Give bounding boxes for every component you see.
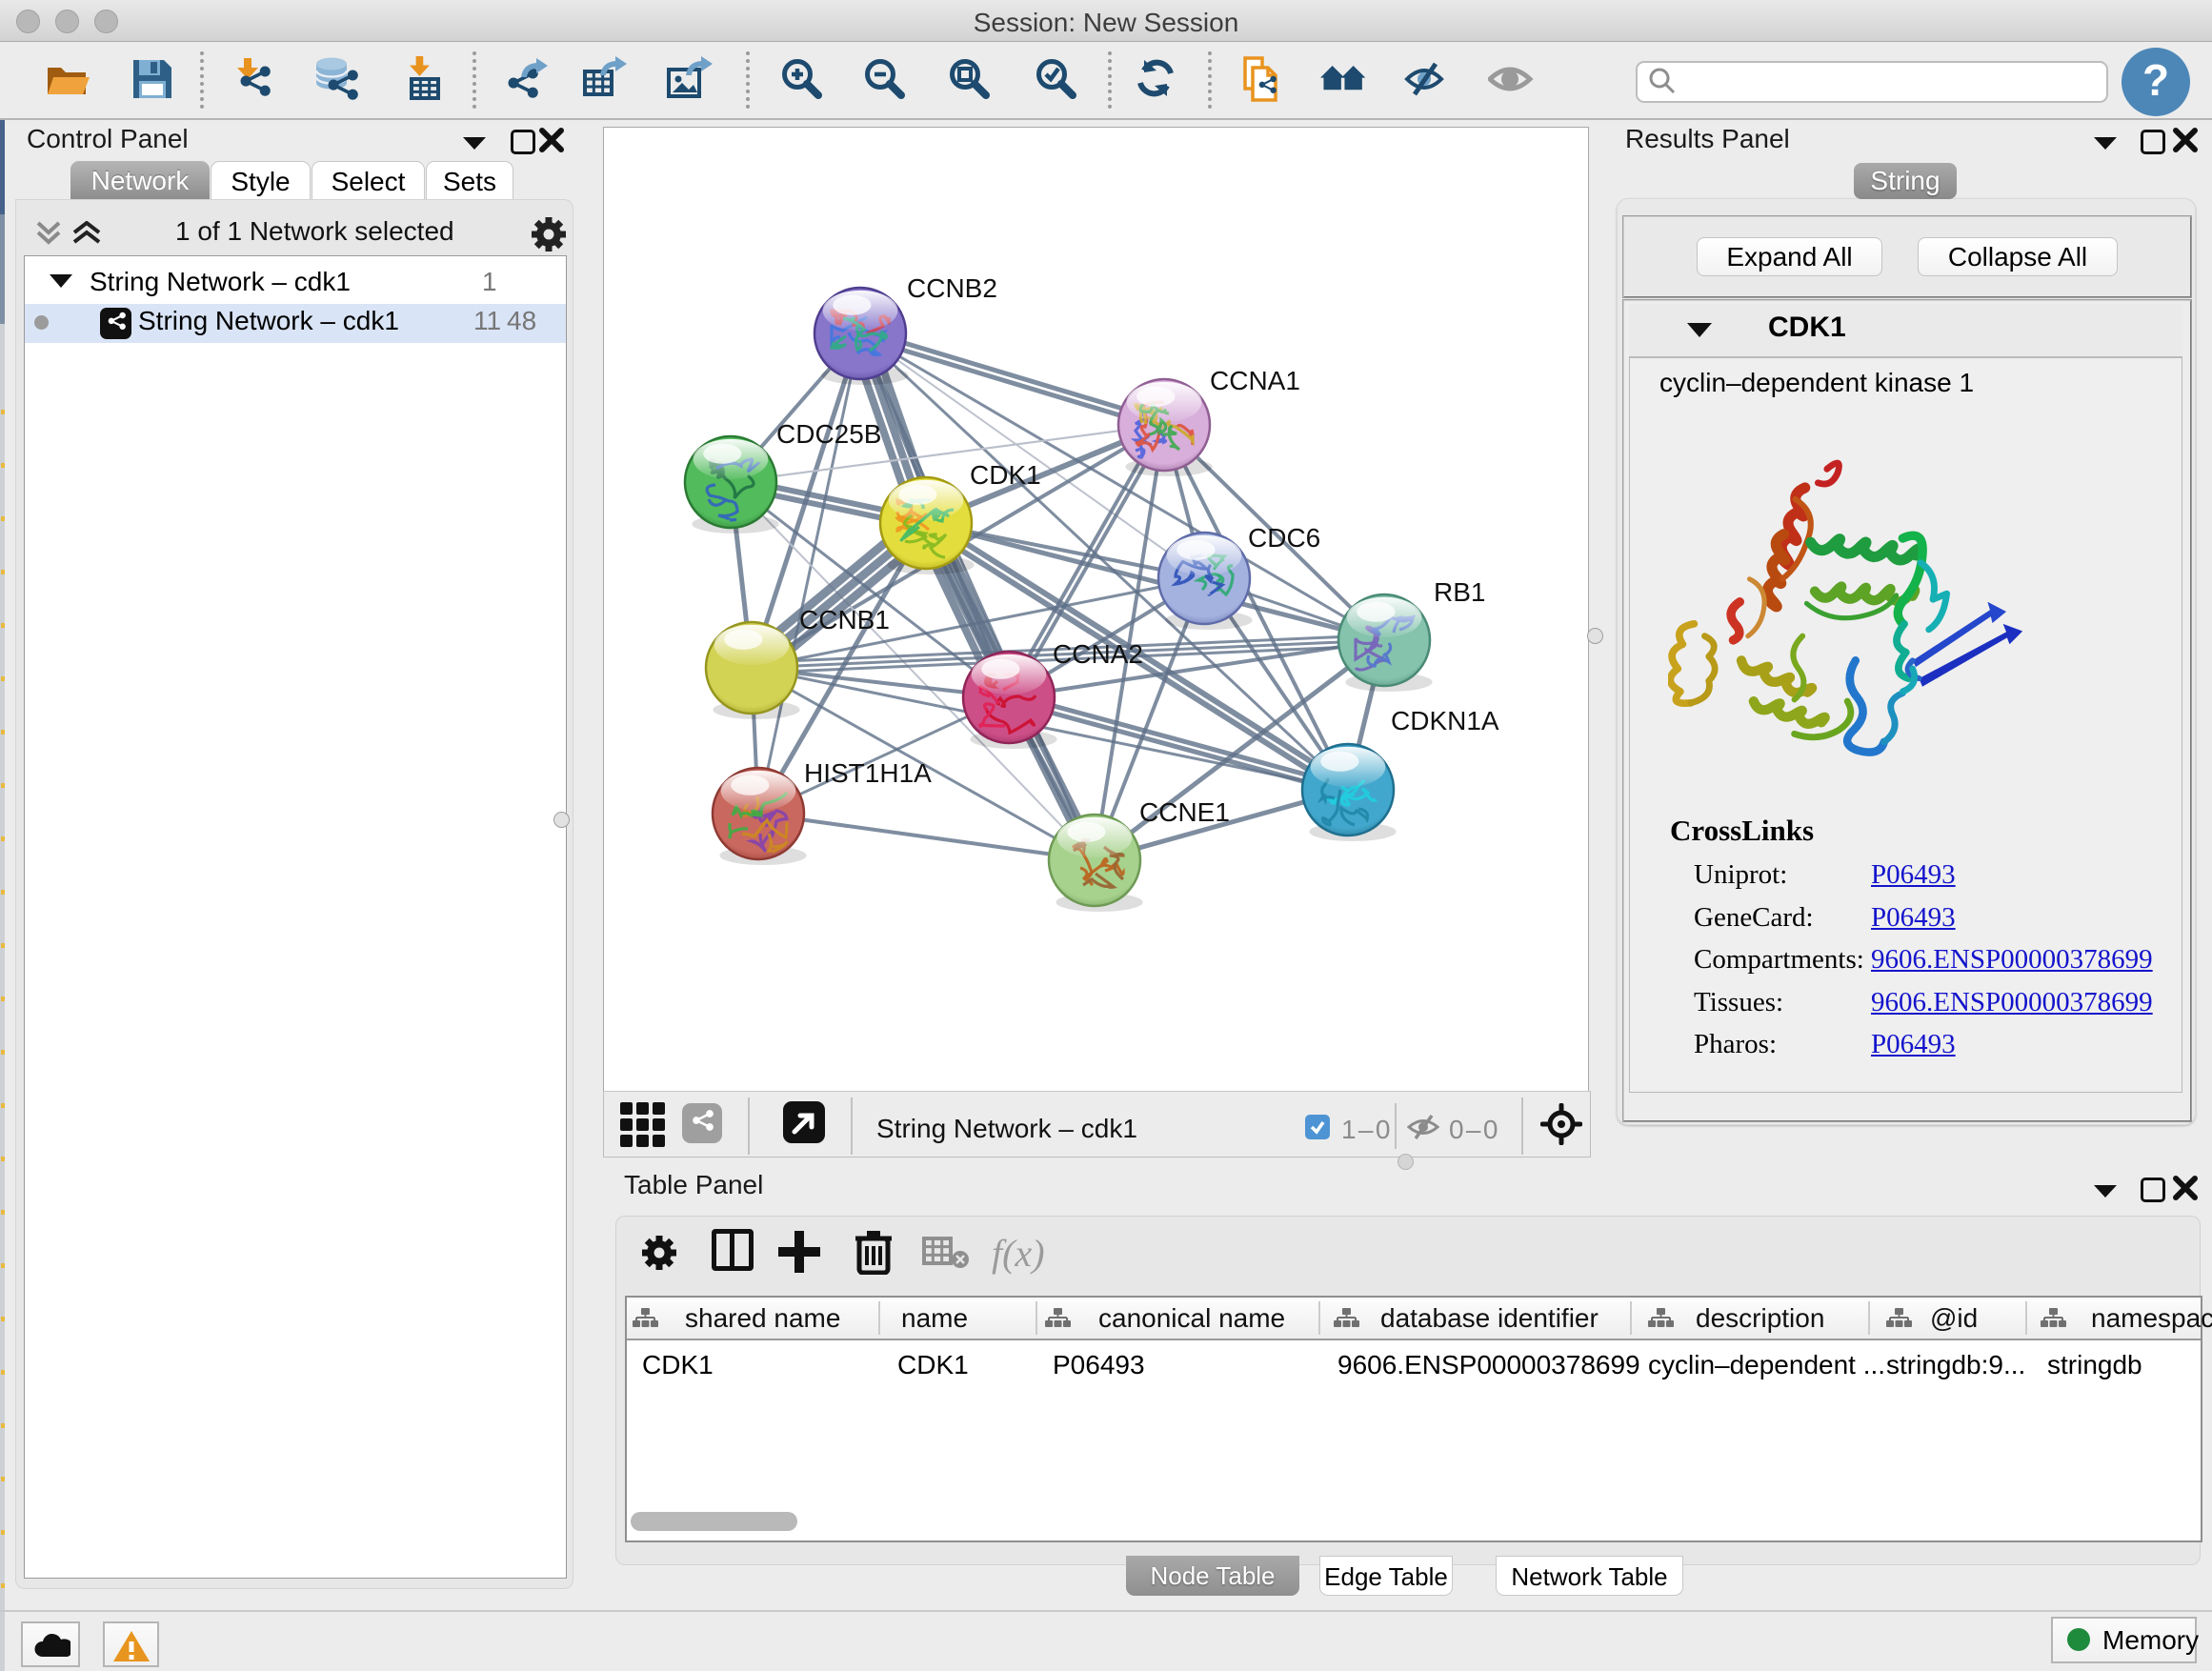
svg-text:CDC25B: CDC25B <box>776 419 881 449</box>
svg-text:CCNE1: CCNE1 <box>1139 797 1230 827</box>
svg-text:CDC6: CDC6 <box>1248 523 1320 553</box>
svg-text:CCNA1: CCNA1 <box>1210 366 1300 395</box>
svg-text:RB1: RB1 <box>1434 577 1485 607</box>
svg-text:CCNB2: CCNB2 <box>907 273 997 303</box>
svg-text:?: ? <box>2142 55 2169 105</box>
svg-text:CDK1: CDK1 <box>970 460 1041 490</box>
svg-text:CCNA2: CCNA2 <box>1053 639 1143 669</box>
svg-text:CCNB1: CCNB1 <box>799 605 890 634</box>
svg-text:HIST1H1A: HIST1H1A <box>804 758 932 788</box>
svg-text:CDKN1A: CDKN1A <box>1391 706 1499 735</box>
